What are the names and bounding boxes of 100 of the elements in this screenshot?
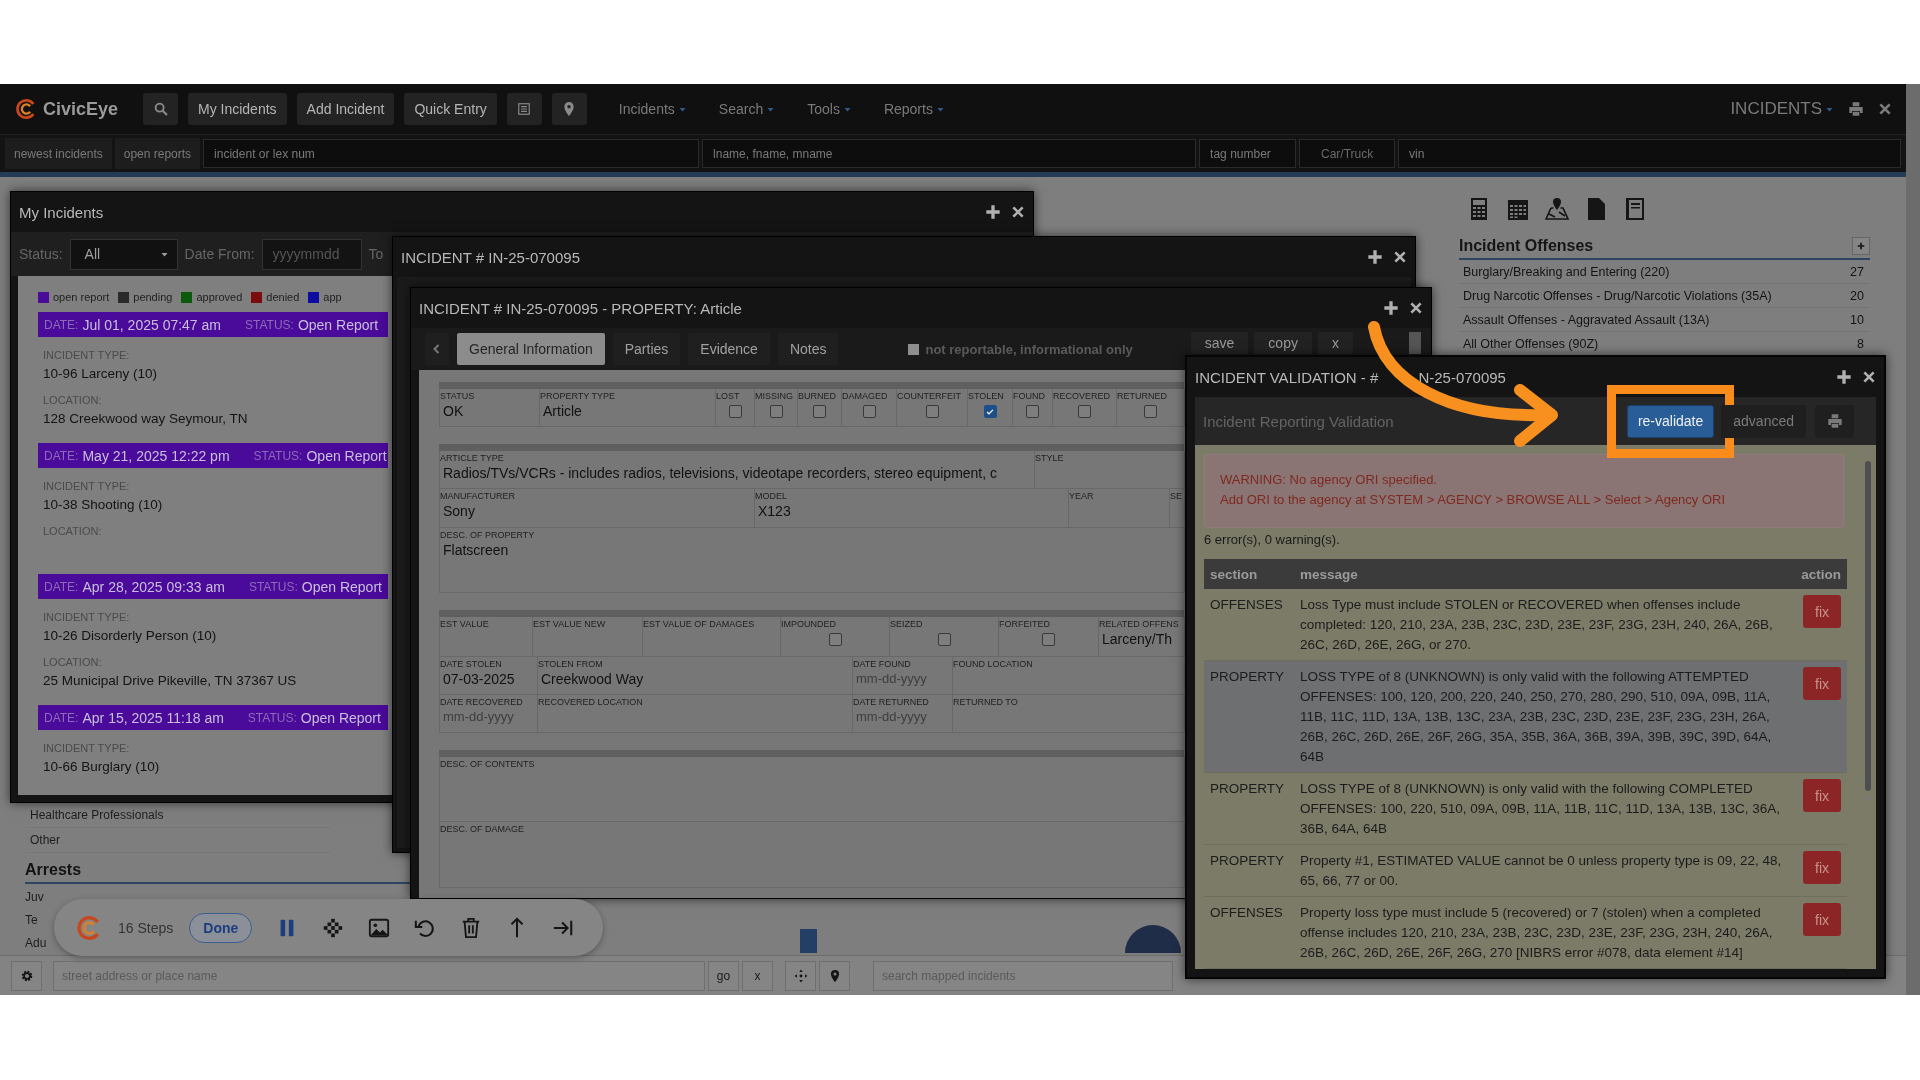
table-row[interactable]: PROPERTY Property #1, ESTIMATED VALUE cannot be 0 unless property type is 09, 22, 48, 65, 66, 77 or 00. fix — [1204, 844, 1847, 897]
fix-button[interactable]: fix — [1803, 595, 1841, 628]
checkbox[interactable] — [937, 633, 951, 646]
text-field[interactable]: X123 — [758, 503, 791, 519]
list-button[interactable] — [506, 93, 542, 125]
go-button[interactable]: go — [708, 960, 739, 991]
tab[interactable]: Evidence — [688, 333, 770, 365]
calendar-icon[interactable] — [1506, 197, 1530, 221]
checkbox[interactable] — [1026, 405, 1039, 418]
image-icon[interactable] — [368, 916, 391, 939]
incident-header[interactable]: DATE: Apr 28, 2025 09:33 am STATUS: Open Report — [38, 574, 388, 599]
print-button[interactable] — [1815, 404, 1854, 438]
checkbox[interactable] — [908, 343, 920, 355]
checkbox[interactable] — [1144, 405, 1157, 418]
list-item[interactable]: Other — [25, 828, 330, 853]
text-field[interactable]: Larceny/Th — [1102, 631, 1173, 647]
done-button[interactable]: Done — [189, 912, 253, 943]
nav-button[interactable]: My Incidents — [188, 93, 287, 125]
text-field[interactable]: Creekwood Way — [541, 671, 644, 687]
brand-name[interactable]: CivicEye — [43, 98, 119, 120]
close-icon[interactable] — [1862, 370, 1876, 384]
close-icon[interactable] — [1409, 301, 1423, 315]
text-field[interactable]: 07-03-2025 — [443, 671, 515, 687]
menu-item[interactable]: Tools — [807, 101, 852, 117]
nav-button[interactable]: Add Incident — [296, 93, 395, 125]
tab[interactable]: General Information — [457, 333, 605, 365]
text-field[interactable]: OK — [443, 403, 464, 419]
expand-icon[interactable] — [1836, 369, 1852, 385]
vehicle-dropdown[interactable]: Car/Truck — [1299, 139, 1396, 168]
locate-button[interactable] — [785, 960, 816, 991]
text-field[interactable]: Article — [543, 403, 582, 419]
text-field[interactable]: mm-dd-yyyy — [443, 709, 514, 724]
date-field[interactable]: yyyymmdd — [261, 238, 362, 270]
offense-name[interactable]: Burglary/Breaking and Entering (220) — [1463, 264, 1670, 279]
checkbox[interactable] — [728, 405, 742, 418]
revalidate-button[interactable]: re-validate — [1626, 404, 1715, 438]
clear-button[interactable]: x — [742, 960, 773, 991]
checkbox[interactable] — [1042, 633, 1055, 646]
tab[interactable]: Notes — [777, 333, 839, 365]
incident-header[interactable]: DATE: May 21, 2025 12:22 pm STATUS: Open Report — [38, 443, 388, 468]
table-row[interactable]: OFFENSES Loss Type must include STOLEN or RECOVERED when offenses include completed: 120, 210, 23A, 23B, 23C, 23D, 23E, 23F, 23G, 23H, 240, 26A, 26B, 26C, 26D, 26E, 26G, or 270. fix — [1204, 589, 1847, 661]
pattern-icon[interactable] — [322, 916, 345, 939]
expand-icon[interactable] — [1383, 300, 1399, 316]
text-field[interactable]: Sony — [443, 503, 475, 519]
checkbox[interactable] — [862, 405, 876, 418]
fix-button[interactable]: fix — [1803, 851, 1841, 884]
search-field[interactable]: incident or lex num — [203, 139, 700, 168]
search-button[interactable] — [143, 93, 178, 125]
tab[interactable]: Parties — [612, 333, 681, 365]
menu-item[interactable]: Search — [718, 101, 776, 117]
table-row[interactable]: PROPERTY LOSS TYPE of 8 (UNKNOWN) is only valid with the following COMPLETED OFFENSES: 100, 220, 510, 09A, 09B, 11A, 11B, 11C, 11D, 13A, 13B, 13C, 36A, 36B, 64A, 64B fix — [1204, 772, 1847, 845]
checkbox[interactable] — [983, 405, 997, 418]
scrollbar[interactable] — [1906, 84, 1920, 995]
list-item[interactable]: Juv — [25, 886, 44, 909]
map-pin-button[interactable] — [819, 960, 850, 991]
close-icon[interactable] — [1878, 102, 1892, 116]
offense-name[interactable]: Assault Offenses - Aggravated Assault (13A) — [1463, 312, 1710, 327]
checkbox[interactable] — [813, 405, 826, 418]
checkbox[interactable] — [1078, 405, 1091, 418]
nav-button[interactable]: Quick Entry — [404, 93, 497, 125]
action-button[interactable]: save — [1190, 332, 1249, 354]
expand-icon[interactable] — [985, 204, 1001, 220]
offense-name[interactable]: All Other Offenses (90Z) — [1463, 336, 1599, 351]
checkbox[interactable] — [925, 405, 939, 418]
list-item[interactable]: Adu — [25, 932, 47, 955]
menu-item[interactable]: Incidents — [618, 101, 687, 117]
checkbox[interactable] — [769, 405, 783, 418]
quick-filter-button[interactable]: newest incidents — [5, 138, 112, 169]
back-button[interactable] — [425, 333, 449, 365]
action-button[interactable]: copy — [1254, 332, 1312, 354]
text-field[interactable]: Radios/TVs/VCRs - includes radios, televisions, videotape recorders, stereo equipment, c — [443, 465, 998, 481]
fix-button[interactable]: fix — [1803, 667, 1841, 700]
fix-button[interactable]: fix — [1803, 903, 1841, 936]
scrollbar[interactable] — [1860, 445, 1876, 969]
checkbox[interactable] — [828, 633, 842, 646]
text-field[interactable]: mm-dd-yyyy — [856, 671, 927, 686]
book-icon[interactable] — [1623, 197, 1647, 221]
search-field[interactable]: vin — [1398, 139, 1901, 168]
search-field[interactable]: lname, fname, mname — [702, 139, 1197, 168]
status-dropdown[interactable]: All — [69, 238, 178, 270]
action-button[interactable]: x — [1317, 332, 1353, 354]
print-icon[interactable] — [1848, 101, 1864, 117]
options-button[interactable]: advanced — [1721, 404, 1806, 438]
search-field[interactable]: tag number — [1199, 139, 1297, 168]
module-menu[interactable]: INCIDENTS — [1730, 99, 1834, 119]
add-button[interactable] — [1852, 237, 1870, 255]
menu-item[interactable]: Reports — [883, 101, 945, 117]
fix-button[interactable]: fix — [1803, 779, 1841, 812]
map-icon[interactable] — [1545, 197, 1569, 221]
table-row[interactable] — [1204, 660, 1847, 773]
map-pin-button[interactable] — [551, 93, 587, 125]
close-icon[interactable] — [1393, 250, 1407, 264]
incident-header[interactable]: DATE: Apr 15, 2025 11:18 am STATUS: Open Report — [38, 705, 388, 730]
logo-icon[interactable] — [15, 98, 37, 120]
text-field[interactable]: mm-dd-yyyy — [856, 709, 927, 724]
settings-button[interactable] — [11, 960, 42, 991]
close-icon[interactable] — [1011, 205, 1025, 219]
text-field[interactable]: Flatscreen — [443, 542, 509, 558]
list-item[interactable]: Te — [25, 909, 38, 932]
incident-header[interactable]: DATE: Jul 01, 2025 07:47 am STATUS: Open Report — [38, 312, 388, 337]
